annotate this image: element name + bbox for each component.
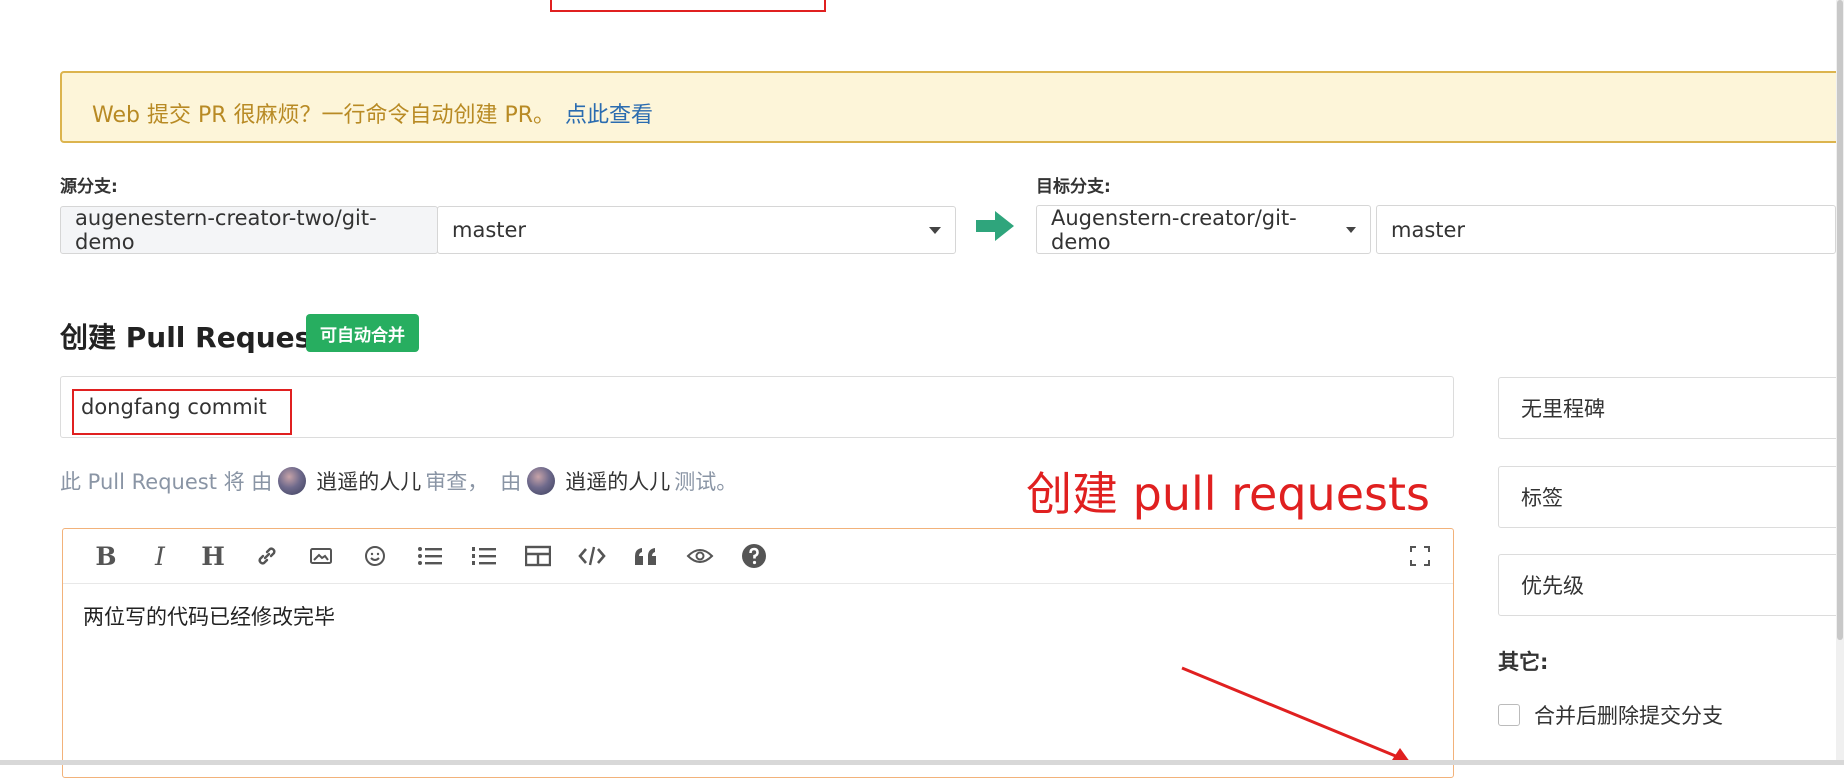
delete-branch-option[interactable]: 合并后删除提交分支 bbox=[1498, 700, 1723, 730]
vertical-scrollbar[interactable] bbox=[1836, 0, 1844, 765]
avatar bbox=[527, 467, 556, 495]
reviewer-name[interactable]: 逍遥的人儿 bbox=[316, 466, 421, 496]
annotation-arrow bbox=[1181, 666, 1411, 764]
target-repo-name: Augenstern-creator/git-demo bbox=[1051, 205, 1297, 254]
notice-text: Web 提交 PR 很麻烦？一行命令自动创建 PR。 bbox=[92, 103, 556, 128]
reviewer-line: 此 Pull Request 将 由 逍遥的人儿 审查， 由 逍遥的人儿 测试。 bbox=[60, 466, 737, 496]
milestone-label: 无里程碑 bbox=[1521, 397, 1605, 421]
priority-select[interactable]: 优先级 bbox=[1498, 554, 1844, 616]
annotation-rect-title bbox=[72, 389, 292, 435]
notice-link[interactable]: 点此查看 bbox=[565, 103, 653, 128]
other-section-label: 其它: bbox=[1498, 650, 1549, 674]
numbered-list-icon[interactable] bbox=[469, 541, 499, 571]
bullet-list-icon[interactable] bbox=[415, 541, 445, 571]
source-branch-label: 源分支: bbox=[60, 177, 118, 197]
test-word: 测试。 bbox=[674, 470, 738, 494]
labels-select[interactable]: 标签 bbox=[1498, 466, 1844, 528]
code-icon[interactable] bbox=[577, 541, 607, 571]
quote-icon[interactable] bbox=[631, 541, 661, 571]
source-repo-name: augenestern-creator-two/git-demo bbox=[75, 206, 377, 254]
notice-banner: Web 提交 PR 很麻烦？一行命令自动创建 PR。 点此查看 bbox=[60, 71, 1844, 143]
avatar bbox=[278, 467, 307, 495]
review-word: 审查， bbox=[425, 470, 489, 494]
bottom-divider bbox=[0, 760, 1844, 765]
italic-icon[interactable]: I bbox=[145, 541, 175, 571]
mergeable-badge: 可自动合并 bbox=[306, 314, 419, 352]
target-repo-select[interactable]: Augenstern-creator/git-demo bbox=[1036, 205, 1371, 254]
help-icon[interactable] bbox=[739, 541, 769, 571]
image-icon[interactable] bbox=[306, 541, 336, 571]
arrow-right-icon bbox=[976, 211, 1014, 241]
link-icon[interactable] bbox=[252, 541, 282, 571]
labels-label: 标签 bbox=[1521, 486, 1563, 510]
delete-branch-label: 合并后删除提交分支 bbox=[1534, 704, 1723, 728]
priority-label: 优先级 bbox=[1521, 574, 1584, 598]
source-branch-select[interactable]: master bbox=[437, 206, 956, 254]
source-branch-name: master bbox=[452, 218, 527, 242]
target-branch-select[interactable]: master bbox=[1376, 205, 1836, 254]
delete-branch-checkbox[interactable] bbox=[1498, 704, 1520, 726]
annotation-text: 创建 pull requests bbox=[1026, 467, 1430, 521]
target-branch-label: 目标分支: bbox=[1036, 177, 1111, 197]
source-repo-select[interactable]: augenestern-creator-two/git-demo bbox=[60, 206, 438, 254]
heading-icon[interactable]: H bbox=[198, 541, 228, 571]
page-title: 创建 Pull Request bbox=[60, 321, 325, 354]
table-icon[interactable] bbox=[523, 541, 553, 571]
fullscreen-icon[interactable] bbox=[1405, 541, 1435, 571]
chevron-down-icon bbox=[1346, 226, 1356, 233]
reviewer-prefix: 此 Pull Request 将 由 bbox=[60, 470, 273, 494]
editor-content[interactable]: 两位写的代码已经修改完毕 bbox=[83, 601, 335, 631]
milestone-select[interactable]: 无里程碑 bbox=[1498, 377, 1844, 439]
by-word: 由 bbox=[500, 470, 522, 494]
editor-toolbar: B I H bbox=[63, 529, 1453, 584]
target-branch-name: master bbox=[1391, 217, 1466, 242]
bold-icon[interactable]: B bbox=[91, 541, 121, 571]
emoji-icon[interactable] bbox=[360, 541, 390, 571]
preview-icon[interactable] bbox=[685, 541, 715, 571]
chevron-down-icon bbox=[929, 227, 941, 234]
scrollbar-thumb[interactable] bbox=[1837, 0, 1843, 640]
tester-name[interactable]: 逍遥的人儿 bbox=[565, 466, 670, 496]
annotation-rect-top bbox=[550, 0, 826, 12]
